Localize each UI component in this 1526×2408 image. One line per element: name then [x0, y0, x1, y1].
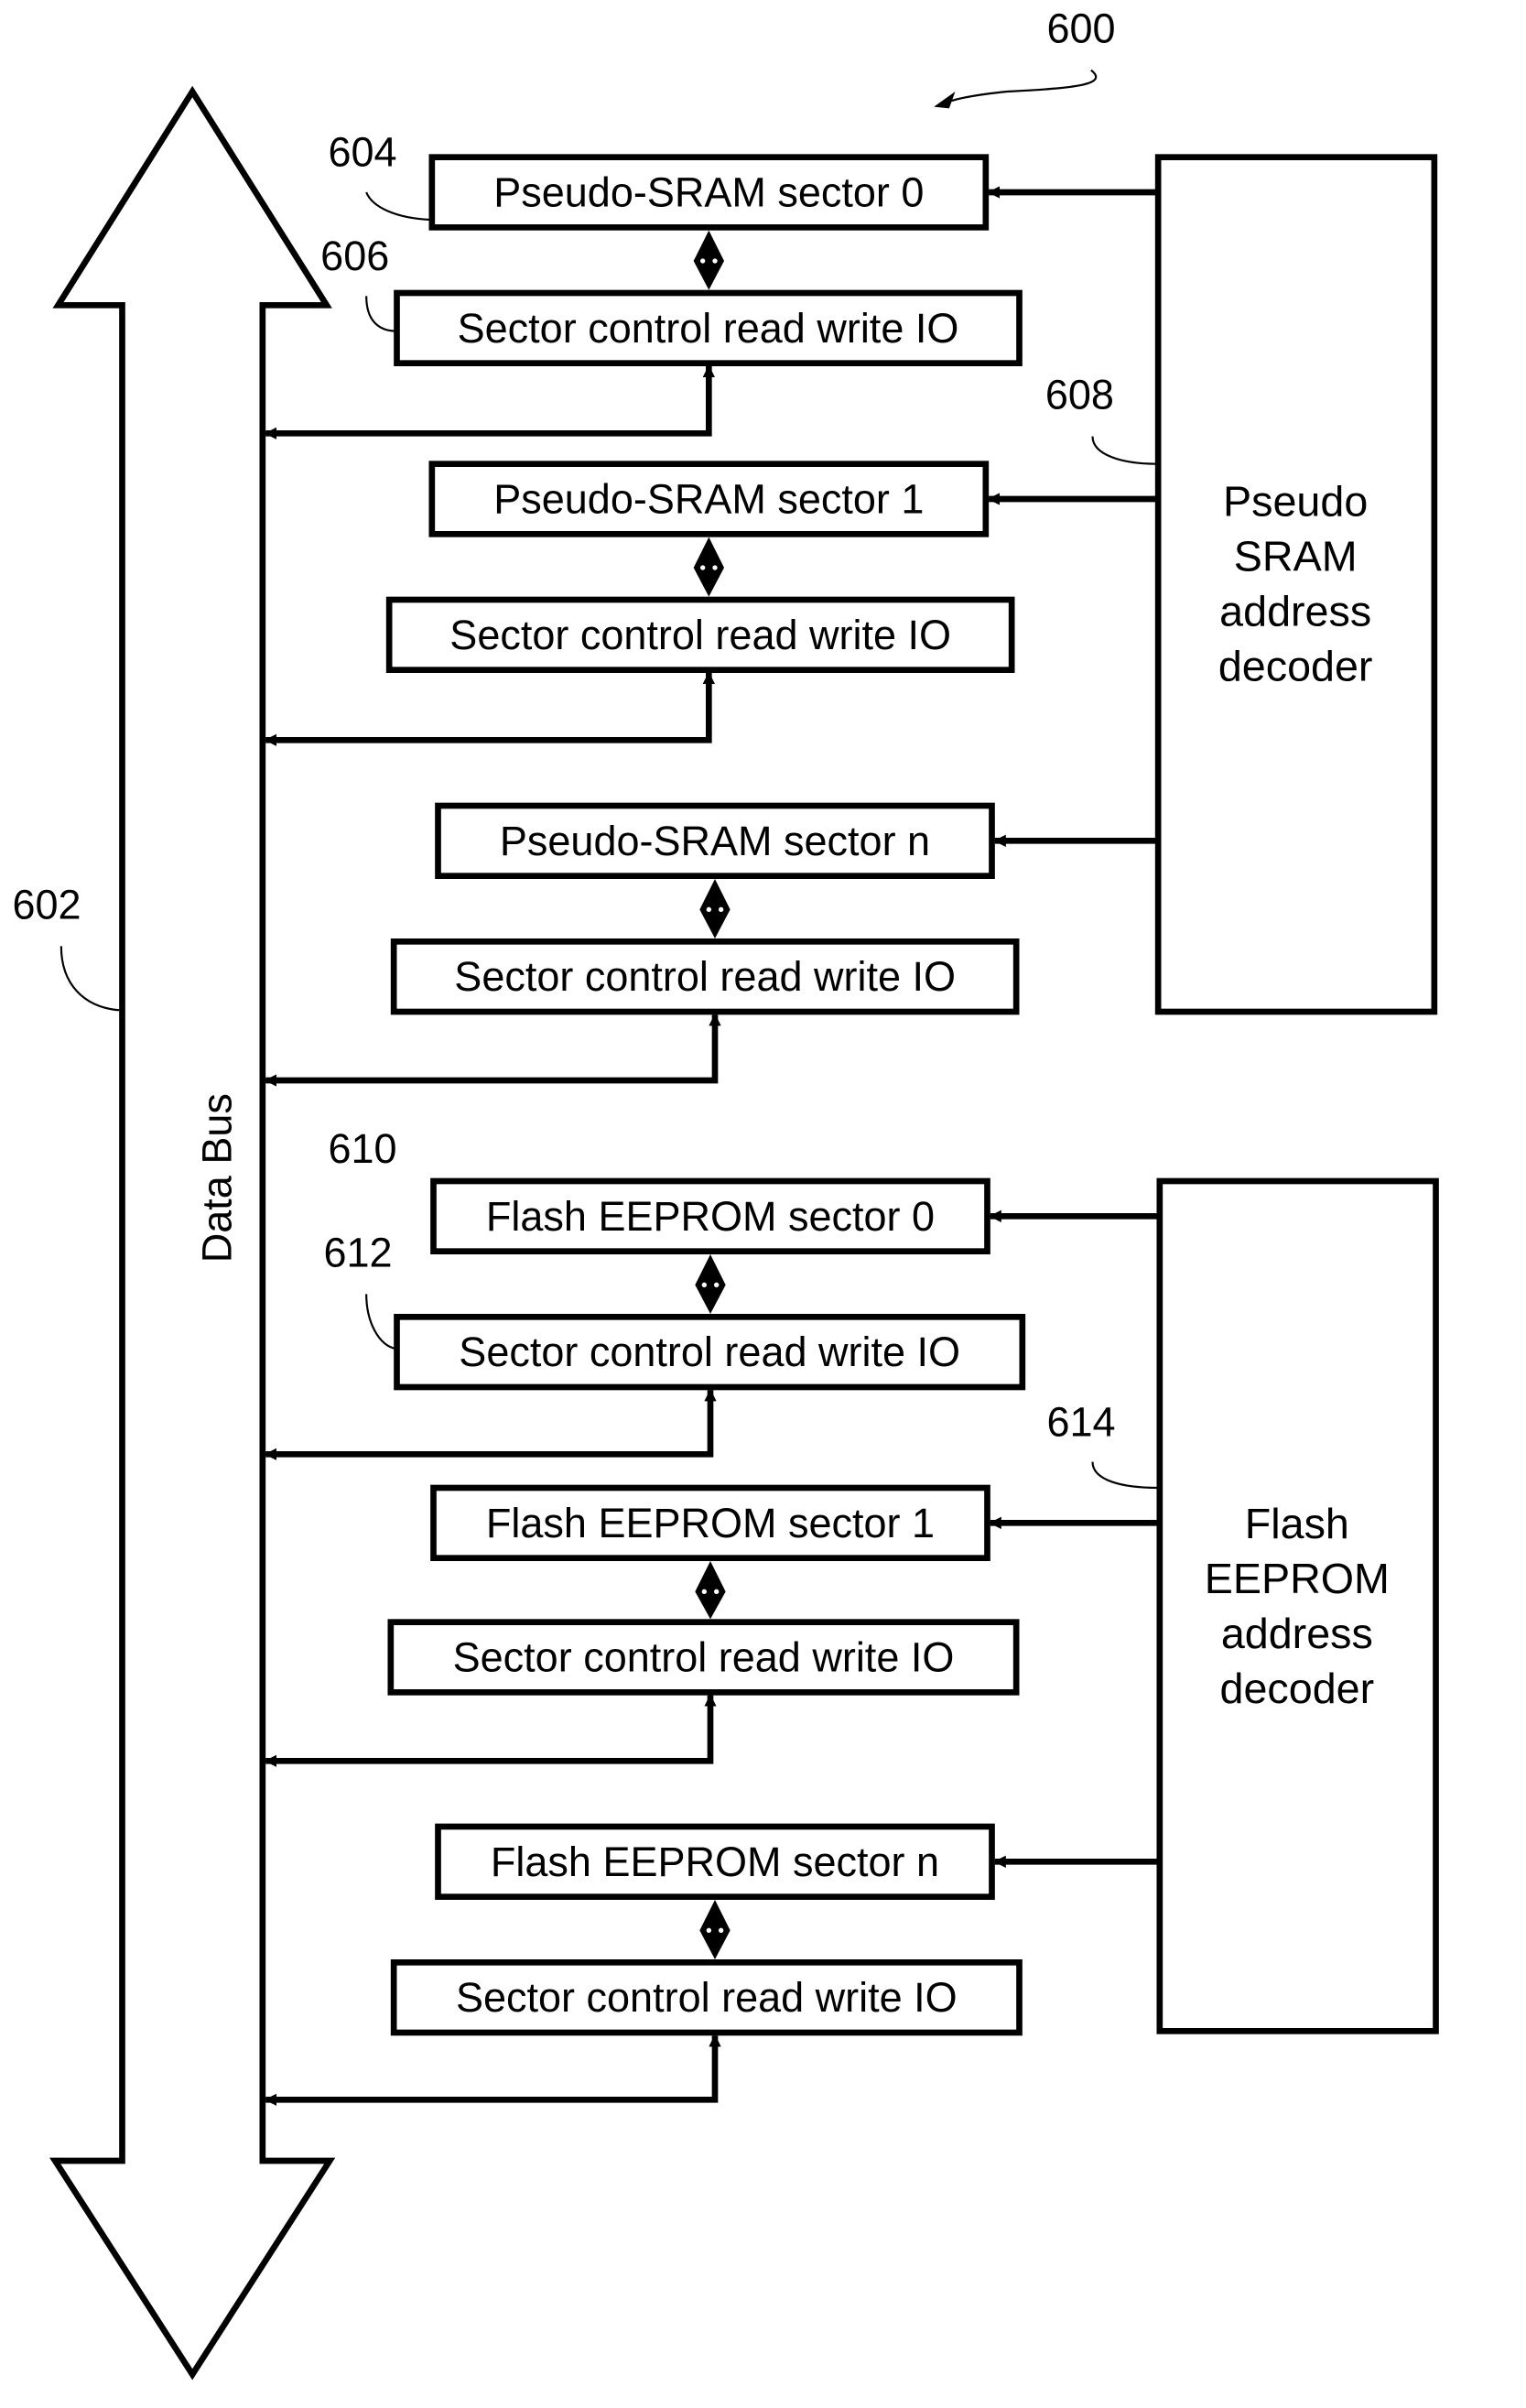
flash-sector0-bus-connection-arrow [264, 1389, 717, 1461]
pseudo-sram-decoder-reference-leader [1091, 436, 1157, 465]
pseudo-sram-sector2-arrow-dot-right [719, 906, 724, 913]
flash-decoder-label-line4: decoder [1220, 1665, 1375, 1712]
flash-sector0-group: Flash EEPROM sector 0 Sector control read… [264, 1177, 1160, 1461]
flash-sector2-control-label: Sector control read write IO [456, 1974, 958, 2021]
flash-sector0-control-label: Sector control read write IO [459, 1329, 960, 1375]
pseudo-sram-sector1-control-label: Sector control read write IO [449, 612, 951, 658]
flash-sector2-bidirectional-arrow [699, 1900, 731, 1959]
pseudo-sram-sector0-reference-label: 604 [329, 129, 397, 176]
pseudo-sram-sector2-label: Pseudo-SRAM sector n [500, 818, 930, 864]
pseudo-sram-sector1-group: Pseudo-SRAM sector 1 Sector control read … [264, 461, 1159, 746]
flash-sector1-bus-connection-arrow [264, 1694, 717, 1768]
pseudo-sram-sector0-control-label: Sector control read write IO [458, 305, 959, 352]
flash-decoder-reference-leader [1091, 1461, 1159, 1490]
flash-sector0-label: Flash EEPROM sector 0 [486, 1193, 935, 1240]
flash-decoder-label-line3: address [1221, 1610, 1373, 1657]
pseudo-sram-sector2-bus-connection-arrow [264, 1014, 721, 1087]
flash-sector1-label: Flash EEPROM sector 1 [486, 1500, 935, 1546]
pseudo-sram-sector2-control-label: Sector control read write IO [454, 953, 956, 1000]
pseudo-sram-sector1-bidirectional-arrow [693, 537, 724, 597]
flash-sector1-bidirectional-arrow [695, 1561, 726, 1620]
data-bus-label: Data Bus [193, 1093, 240, 1263]
flash-control0-reference-leader [365, 1294, 397, 1350]
memory-architecture-diagram: 600 Data Bus 602 Pseudo SRAM address dec… [13, 5, 1439, 2381]
flash-decoder-label-line1: Flash [1245, 1500, 1349, 1547]
flash-sector0-bidirectional-arrow [695, 1254, 726, 1314]
figure-reference-arrowhead [934, 92, 956, 109]
flash-sector2-label: Flash EEPROM sector n [491, 1839, 939, 1885]
flash-decoder-label-line2: EEPROM [1205, 1555, 1390, 1602]
pseudo-sram-sector1-bus-connection-arrow [264, 671, 716, 746]
flash-sector1-arrow-dot-right [714, 1589, 720, 1594]
pseudo-sram-sector0-arrow-dot-right [712, 258, 718, 264]
pseudo-sram-sector1-label: Pseudo-SRAM sector 1 [493, 476, 924, 523]
pseudo-sram-decoder-label-line3: address [1219, 587, 1371, 635]
pseudo-sram-sector2-group: Pseudo-SRAM sector n Sector control read … [264, 802, 1159, 1087]
flash-sector0-arrow-dot-right [714, 1282, 720, 1287]
pseudo-sram-sector2-arrow-dot-left [706, 906, 711, 913]
pseudo-sram-sector0-bidirectional-arrow [693, 230, 724, 290]
flash-sector2-arrow-dot-right [719, 1927, 724, 1933]
pseudo-sram-decoder-label-line2: SRAM [1234, 532, 1358, 580]
pseudo-sram-decoder-label-line1: Pseudo [1223, 477, 1368, 525]
flash-sector1-group: Flash EEPROM sector 1 Sector control read… [264, 1484, 1160, 1768]
figure-reference-label: 600 [1047, 5, 1116, 52]
flash-sector0-reference-label: 610 [329, 1125, 397, 1172]
flash-decoder-reference-label: 614 [1047, 1398, 1116, 1445]
pseudo-sram-sector0-bus-connection-arrow [264, 364, 716, 440]
pseudo-sram-control0-reference-label: 606 [320, 233, 389, 279]
pseudo-sram-sector0-arrow-dot-left [700, 258, 706, 264]
pseudo-sram-sector1-arrow-dot-left [700, 565, 706, 570]
data-bus-reference-leader [60, 946, 120, 1012]
flash-control0-reference-label: 612 [324, 1229, 393, 1275]
pseudo-sram-address-decoder [1154, 154, 1438, 1015]
pseudo-sram-control0-reference-leader [365, 296, 397, 332]
pseudo-sram-decoder-reference-label: 608 [1045, 372, 1114, 418]
pseudo-sram-sector0-label: Pseudo-SRAM sector 0 [493, 169, 924, 216]
flash-sector2-group: Flash EEPROM sector n Sector control read… [264, 1823, 1160, 2106]
figure-reference-leader [942, 69, 1098, 105]
pseudo-sram-decoder-label-line4: decoder [1218, 642, 1373, 689]
pseudo-sram-sector0-reference-leader [365, 191, 431, 222]
data-bus-reference-label: 602 [13, 881, 81, 927]
flash-sector1-control-label: Sector control read write IO [453, 1634, 955, 1681]
flash-sector0-arrow-dot-left [701, 1282, 707, 1287]
pseudo-sram-sector0-group: Pseudo-SRAM sector 0 Sector control read … [264, 154, 1159, 440]
flash-sector2-arrow-dot-left [706, 1927, 711, 1933]
flash-sector1-arrow-dot-left [701, 1589, 707, 1594]
pseudo-sram-sector1-arrow-dot-right [712, 565, 718, 570]
flash-sector2-bus-connection-arrow [264, 2034, 721, 2106]
pseudo-sram-sector2-bidirectional-arrow [699, 879, 731, 938]
flash-eeprom-address-decoder [1156, 1177, 1439, 2034]
